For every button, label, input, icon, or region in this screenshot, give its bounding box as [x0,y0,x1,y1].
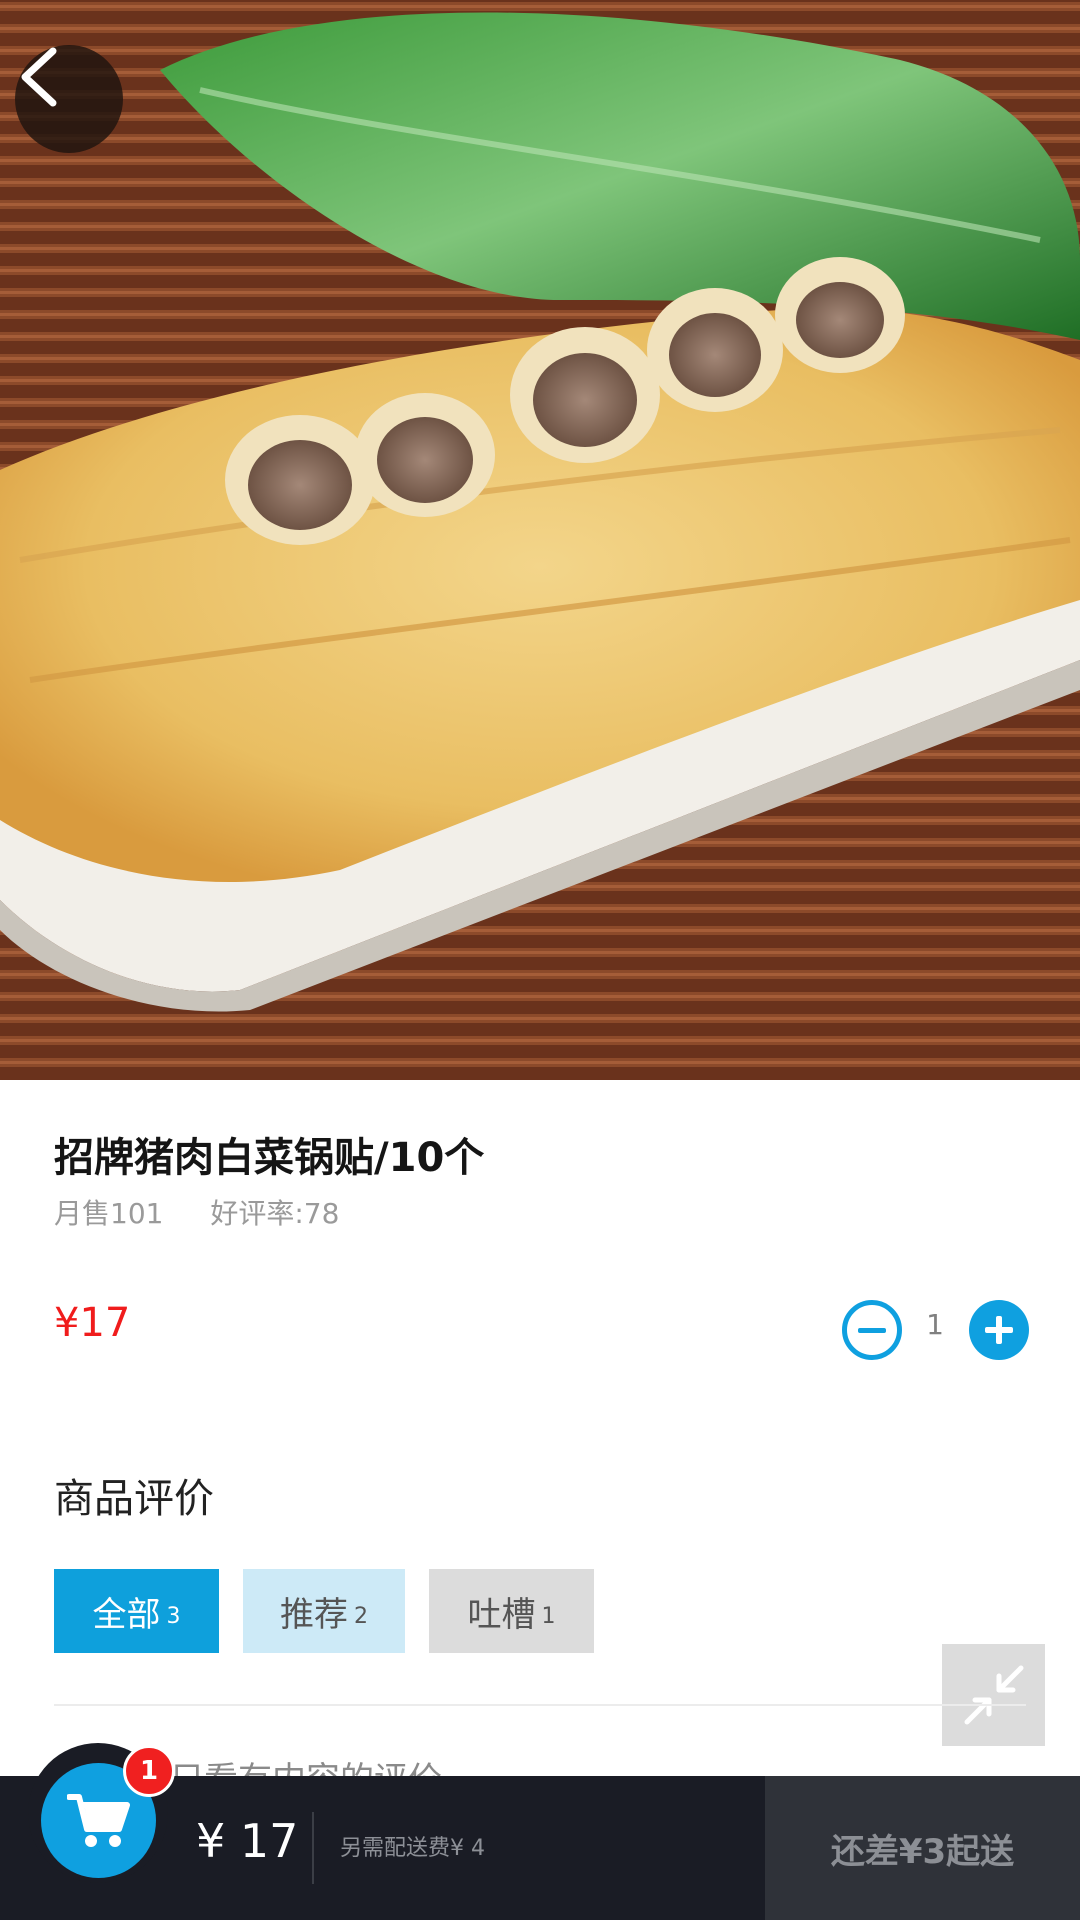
rating: 好评率:78 [210,1197,340,1230]
cart-separator [312,1812,314,1884]
back-button[interactable] [15,45,123,153]
filter-count: 2 [354,1603,368,1629]
reviews-section-title: 商品评价 [54,1476,214,1522]
delivery-fee: 另需配送费¥ 4 [340,1836,485,1861]
filter-count: 1 [541,1603,556,1629]
shopping-cart-icon [66,1793,130,1847]
plus-circle-icon-stem [996,1316,1002,1344]
cart-total: ¥ 17 [196,1814,299,1868]
filter-all-button[interactable]: 全部 3 [54,1569,219,1653]
minus-circle-icon [858,1327,886,1333]
decrease-quantity-button[interactable] [842,1300,902,1360]
filter-count: 3 [166,1603,181,1629]
increase-quantity-button[interactable] [969,1300,1029,1360]
product-price: ¥17 [54,1300,131,1346]
product-meta: 月售101 好评率:78 [54,1192,339,1232]
collapse-button[interactable] [942,1644,1045,1746]
food-photo [0,0,1080,1080]
filter-label: 吐槽 [467,1594,536,1635]
collapse-arrows-icon [964,1665,1023,1725]
filter-label: 推荐 [280,1594,348,1635]
product-title: 招牌猪肉白菜锅贴/10个 [54,1135,485,1181]
chevron-left-icon [21,47,57,107]
cart-badge: 1 [123,1745,175,1797]
filter-complaint-button[interactable]: 吐槽 1 [429,1569,594,1653]
quantity-value: 1 [926,1308,944,1341]
filter-recommend-button[interactable]: 推荐 2 [243,1569,405,1653]
checkout-button[interactable]: 还差¥3起送 [765,1776,1080,1920]
filter-label: 全部 [92,1594,161,1635]
divider [54,1704,1026,1706]
product-image [0,0,1080,1080]
monthly-sales: 月售101 [54,1197,164,1230]
